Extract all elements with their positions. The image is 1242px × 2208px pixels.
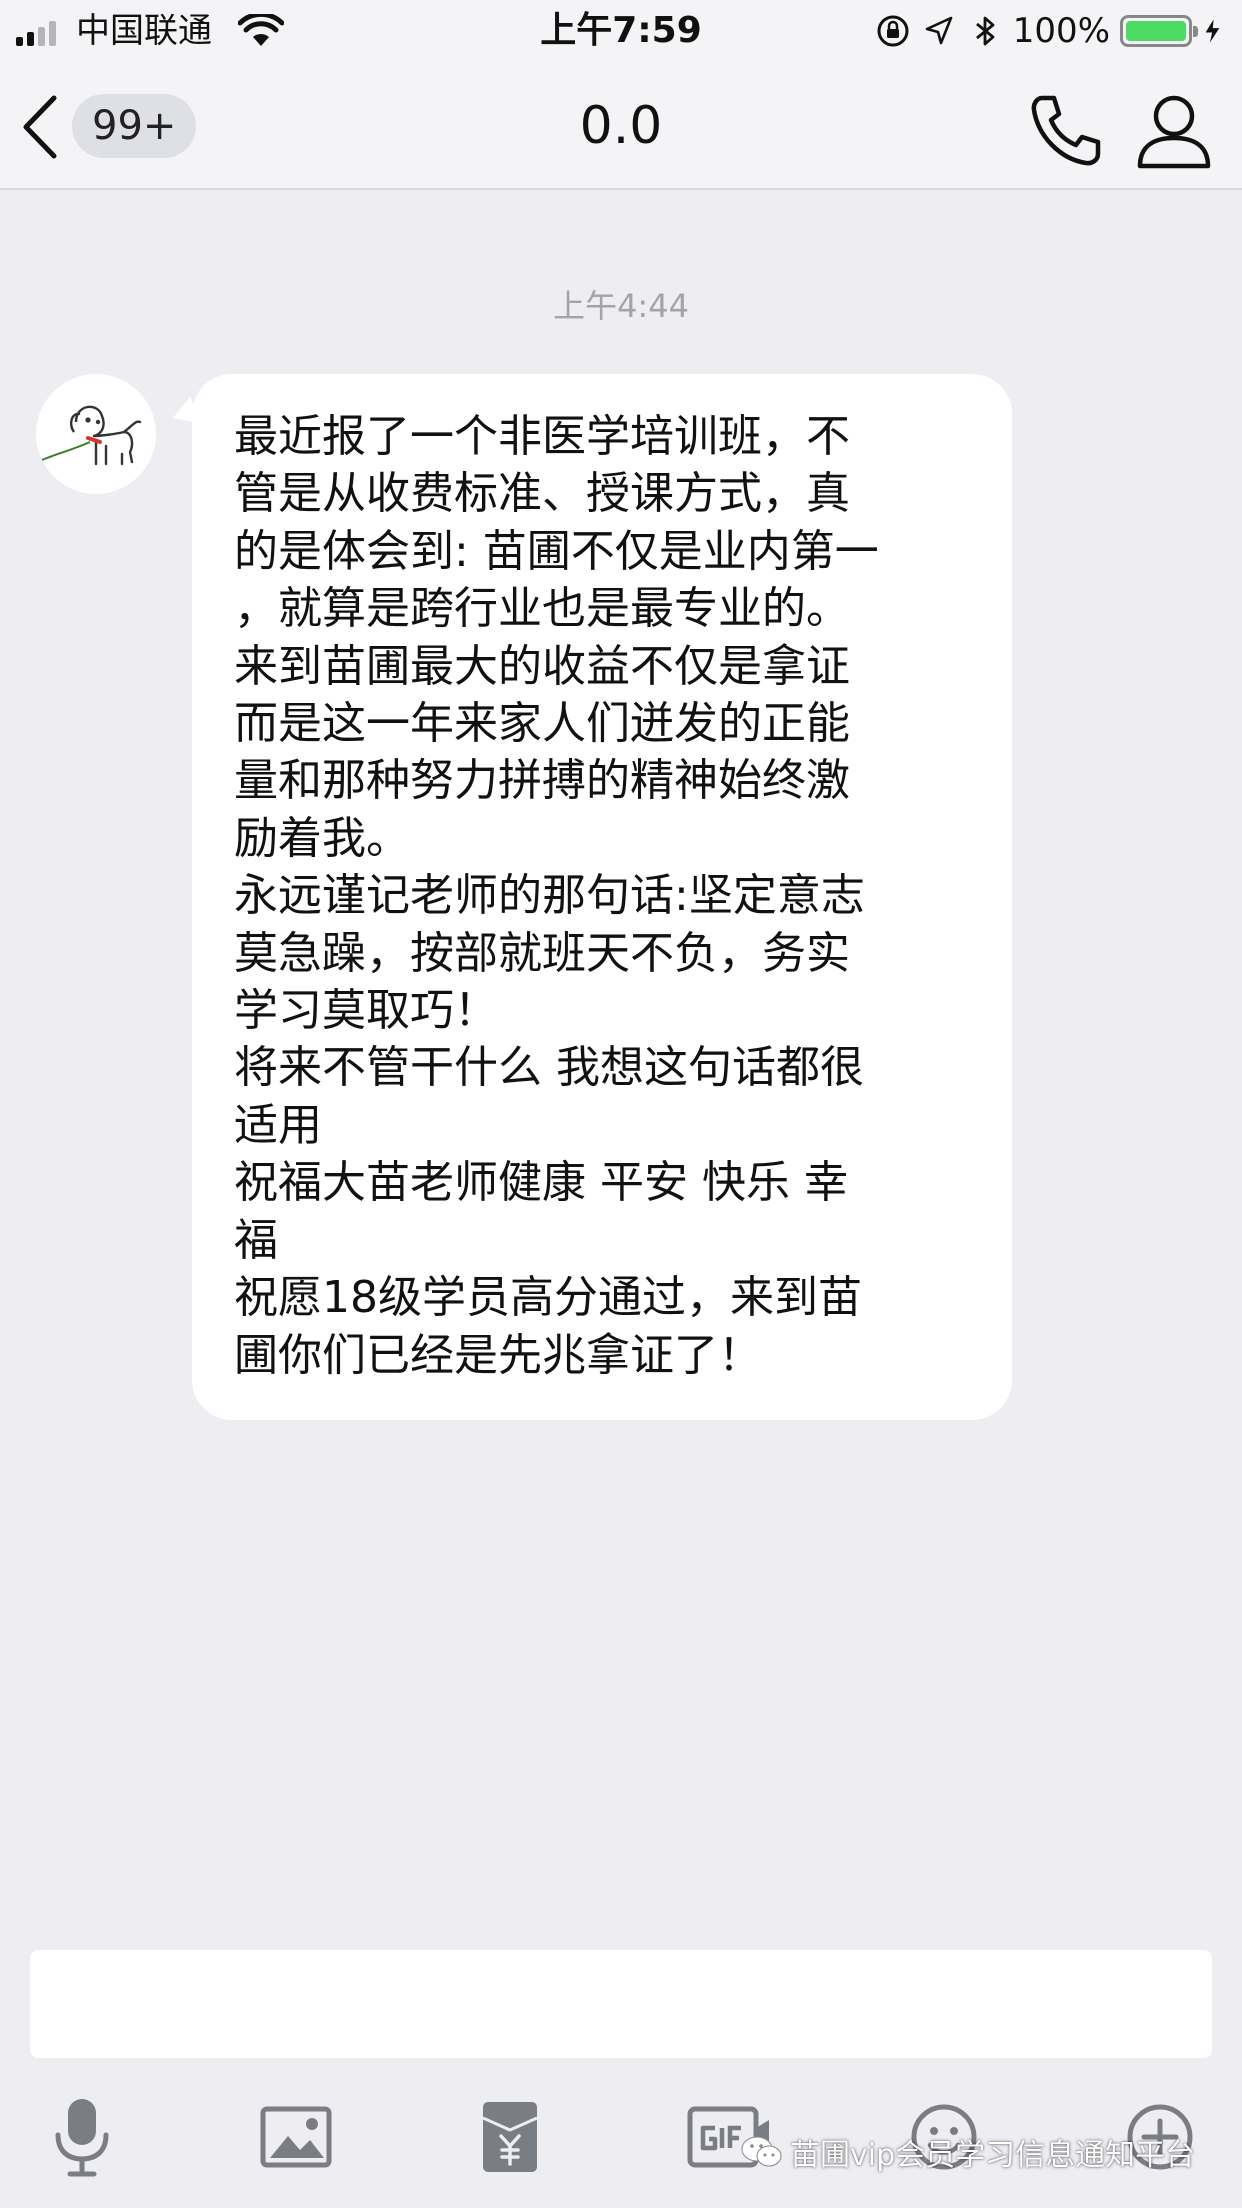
wechat-watermark: 苗圃vip会员学习信息通知平台 <box>740 2130 1195 2174</box>
message-line: 学习莫取巧！ <box>234 985 498 1037</box>
profile-button[interactable] <box>1136 90 1212 170</box>
microphone-icon <box>55 2099 109 2177</box>
message-input[interactable] <box>30 1950 1212 2058</box>
call-button[interactable] <box>1026 90 1106 170</box>
rotation-lock-icon <box>877 15 909 47</box>
status-bar: 中国联通 上午7:59 100% <box>0 0 1242 62</box>
message-line: 祝福大苗老师健康 平安 快乐 幸 <box>234 1157 848 1209</box>
message-line: 适用 <box>234 1099 322 1151</box>
message-line: 励着我。 <box>234 812 410 864</box>
message-line: 永远谨记老师的那句话:坚定意志 <box>234 870 865 922</box>
message-line: ，就算是跨行业也是最专业的。 <box>234 583 850 635</box>
message-line: 最近报了一个非医学培训班，不 <box>234 411 850 462</box>
message-line: 祝愿18级学员高分通过，来到苗 <box>234 1272 862 1324</box>
image-icon <box>260 2106 332 2168</box>
location-arrow-icon <box>925 16 953 45</box>
sender-avatar[interactable] <box>36 374 156 494</box>
message-line: 来到苗圃最大的收益不仅是拿证 <box>234 640 850 692</box>
image-button[interactable] <box>256 2092 336 2182</box>
message-line: 圃你们已经是先兆拿证了！ <box>234 1329 762 1381</box>
message-line: 而是这一年来家人们迸发的正能 <box>234 698 850 750</box>
dog-avatar-icon <box>41 405 142 466</box>
red-packet-button[interactable] <box>470 2092 550 2182</box>
red-packet-icon <box>482 2102 538 2172</box>
voice-button[interactable] <box>42 2092 122 2182</box>
message-line: 莫急躁，按部就班天不负，务实 <box>234 927 850 979</box>
charging-bolt-icon <box>1205 19 1220 43</box>
battery-percentage: 100% <box>1012 11 1110 51</box>
wechat-logo-icon <box>741 2136 782 2167</box>
message-timestamp: 上午4:44 <box>553 287 689 325</box>
status-right-group: 100% <box>875 8 1228 54</box>
message-line: 管是从收费标准、授课方式，真 <box>234 468 850 520</box>
message-line: 福 <box>234 1214 278 1266</box>
bluetooth-icon <box>975 16 995 46</box>
message-line: 的是体会到: 苗圃不仅是业内第一 <box>234 525 879 577</box>
chat-header: 99+ 0.0 <box>0 62 1242 190</box>
message-line: 将来不管干什么 我想这句话都很 <box>234 1042 864 1094</box>
battery-icon <box>1120 15 1198 47</box>
message-bubble[interactable]: 最近报了一个非医学培训班，不 管是从收费标准、授课方式，真 的是体会到: 苗圃不… <box>192 374 1012 1420</box>
watermark-text: 苗圃vip会员学习信息通知平台 <box>790 2138 1196 2173</box>
message-line: 量和那种努力拼搏的精神始终激 <box>234 755 850 807</box>
